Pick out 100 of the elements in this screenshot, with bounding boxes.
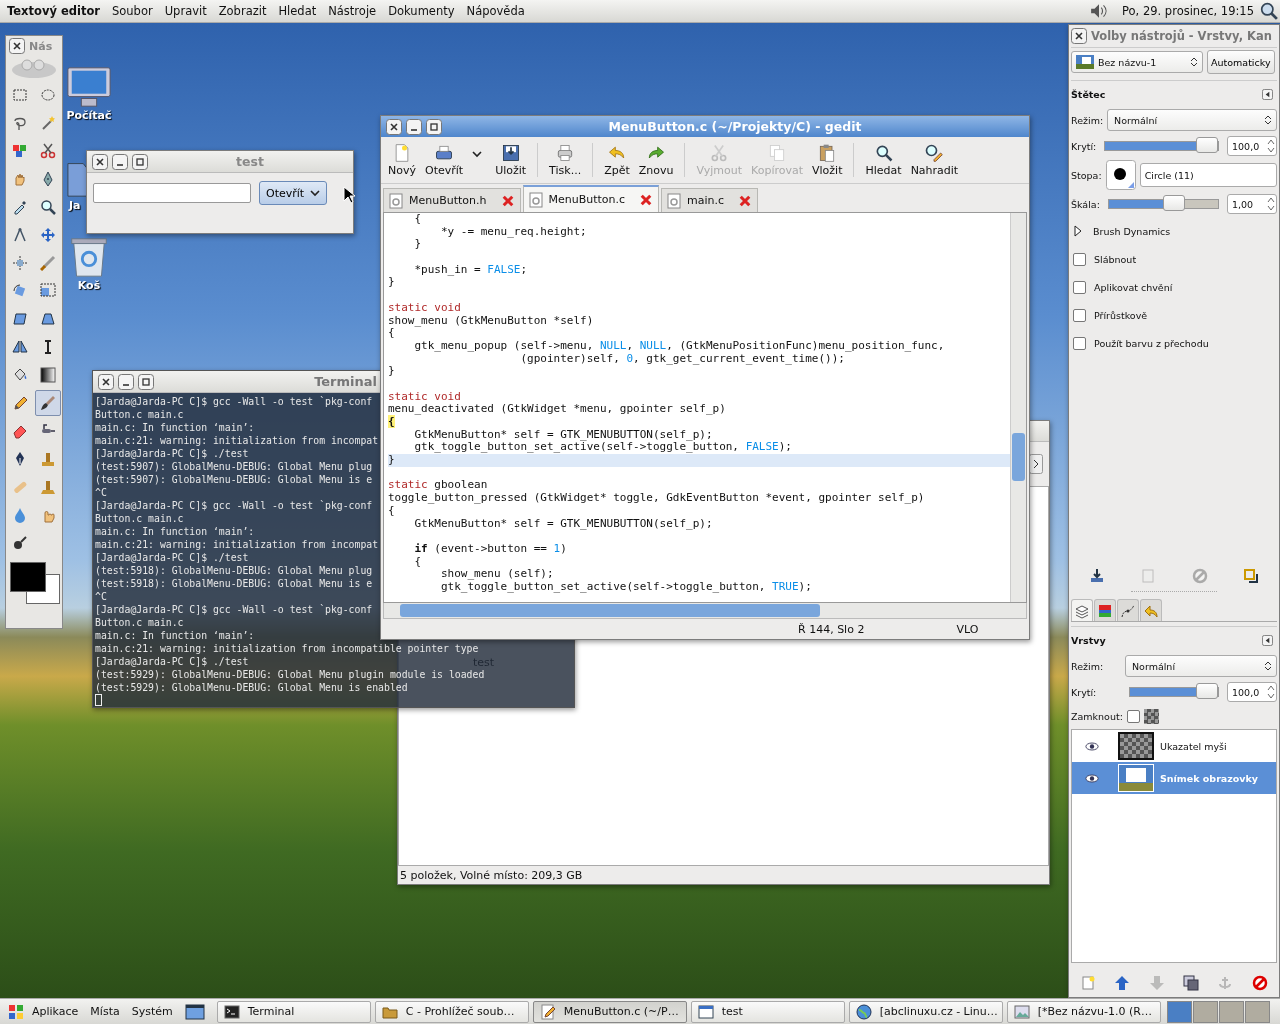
show-desktop-icon[interactable] <box>184 1003 205 1020</box>
mode-dropdown[interactable]: Normální <box>1125 655 1277 677</box>
replace-button[interactable]: Nahradit <box>906 141 963 179</box>
grid-icon[interactable] <box>8 1003 24 1020</box>
desktop-icon-label[interactable]: Počítač <box>66 109 112 122</box>
stamp-icon <box>40 479 56 495</box>
volume-icon[interactable] <box>1090 2 1109 20</box>
code-line: { <box>413 555 423 569</box>
workspace-button[interactable] <box>1192 1000 1218 1023</box>
file-tab[interactable]: MenuButton.c <box>522 185 660 212</box>
code-line: show_menu (self); <box>439 568 555 581</box>
horizontal-scrollbar[interactable] <box>383 603 1027 619</box>
task-button[interactable]: [*Bez názvu-1.0 (R… <box>1006 1000 1161 1023</box>
task-button[interactable]: test <box>690 1000 845 1023</box>
menu-item[interactable]: Upravit <box>164 4 207 18</box>
minimize-icon[interactable] <box>118 373 134 390</box>
menu-item[interactable]: Nápověda <box>466 4 525 18</box>
save-button[interactable]: Uložit <box>491 141 531 179</box>
foreground-color-swatch[interactable] <box>10 562 46 592</box>
open-button[interactable]: Otevřít <box>421 141 468 179</box>
document-icon <box>527 191 544 208</box>
reset-icon[interactable] <box>1243 568 1260 584</box>
minimize-icon[interactable] <box>112 153 128 170</box>
checkbox[interactable] <box>1073 336 1086 350</box>
menu-item[interactable]: Zobrazit <box>218 4 267 18</box>
save-arrow-icon[interactable] <box>1088 568 1105 584</box>
brush-preview-icon[interactable] <box>1105 160 1136 190</box>
close-icon[interactable] <box>98 373 114 390</box>
code-line: GtkMenuButton* self = GTK_MENUBUTTON(self_p); <box>413 428 714 442</box>
computer-icon[interactable] <box>66 65 112 109</box>
checkbox[interactable] <box>1073 280 1086 294</box>
menu-item[interactable]: Místa <box>90 1005 120 1018</box>
vertical-scrollbar[interactable] <box>1010 213 1026 602</box>
paste-button[interactable]: Vložit <box>808 141 847 179</box>
task-button[interactable]: Terminal <box>216 1000 371 1023</box>
input-field[interactable] <box>93 183 251 203</box>
terminal-line: Button.c main.c <box>95 616 184 629</box>
menu-item[interactable]: Aplikace <box>32 1005 79 1018</box>
expander[interactable]: Brush Dynamics <box>1071 217 1277 245</box>
field-label: Krytí: <box>1071 686 1098 698</box>
dock-tab[interactable] <box>1140 599 1162 621</box>
file-tab[interactable]: main.c <box>661 188 759 212</box>
clock[interactable]: Po, 29. prosinec, 19:15 <box>1122 4 1254 18</box>
field-label: Škála: <box>1071 198 1100 210</box>
dock-tab[interactable] <box>1094 599 1116 621</box>
checkbox[interactable] <box>1073 308 1086 322</box>
code-line: { <box>413 213 423 226</box>
tool-button[interactable] <box>35 390 61 416</box>
brush-name-field[interactable]: Circle (11) <box>1139 163 1277 187</box>
new-button[interactable]: Nový <box>384 141 420 179</box>
print-button[interactable]: Tisk... <box>545 141 586 179</box>
workspace-button[interactable] <box>1166 1000 1192 1023</box>
menu-item[interactable]: Systém <box>131 1005 173 1018</box>
up-arrow-icon[interactable] <box>1114 975 1131 991</box>
task-button[interactable]: C - Prohlížeč soub… <box>374 1000 529 1023</box>
menu-item[interactable]: Hledat <box>278 4 317 18</box>
collapse-icon[interactable] <box>1262 88 1273 100</box>
layer-row[interactable]: Ukazatel myši <box>1072 730 1276 762</box>
close-icon[interactable] <box>92 153 108 170</box>
close-icon[interactable] <box>9 38 25 54</box>
desktop-icon-label[interactable]: Ja <box>69 199 81 212</box>
workspace-button[interactable] <box>1244 1000 1270 1023</box>
checkbox[interactable] <box>1126 709 1140 723</box>
no-entry-icon[interactable] <box>1251 975 1268 991</box>
maximize-icon[interactable] <box>132 153 148 170</box>
eye-icon[interactable] <box>1085 741 1099 751</box>
menu-item[interactable]: Dokumenty <box>388 4 455 18</box>
menu-item[interactable]: Nástroje <box>328 4 377 18</box>
spinner-arrows-icon <box>1267 196 1275 212</box>
image-dropdown[interactable]: Bez názvu-1 <box>1071 51 1203 73</box>
task-button[interactable]: MenuButton.c (~/P… <box>532 1000 687 1023</box>
minimize-icon[interactable] <box>406 118 422 135</box>
redo-button[interactable]: Znovu <box>634 141 678 179</box>
scale-field[interactable]: 1,00 <box>1227 194 1277 214</box>
close-icon[interactable] <box>1071 28 1087 44</box>
duplicate-icon[interactable] <box>1183 975 1200 991</box>
checkbox[interactable] <box>1073 252 1086 266</box>
auto-button[interactable]: Automaticky <box>1207 50 1275 74</box>
collapse-icon[interactable] <box>1262 634 1273 646</box>
dock-tab[interactable] <box>1071 599 1093 621</box>
file-tab[interactable]: MenuButton.h <box>383 188 521 212</box>
mode-dropdown[interactable]: Normální <box>1107 109 1277 131</box>
close-icon[interactable] <box>386 118 402 135</box>
window-title: MenuButton.c (~/Projekty/C) - gedit <box>607 119 863 134</box>
opacity-field[interactable]: 100,0 <box>1227 136 1277 156</box>
undo-button[interactable]: Zpět <box>600 141 634 179</box>
maximize-icon[interactable] <box>426 118 442 135</box>
task-button[interactable]: [abclinuxu.cz - Linu… <box>848 1000 1003 1023</box>
maximize-icon[interactable] <box>138 373 154 390</box>
caret-icon[interactable] <box>472 149 483 159</box>
find-button[interactable]: Hledat <box>861 141 906 179</box>
opacity-field[interactable]: 100,0 <box>1227 682 1277 702</box>
dock-tab[interactable] <box>1117 599 1139 621</box>
terminal-line: [Jarda@Jarda-PC C]$ gcc -Wall -o test `pkg-conf <box>95 499 373 512</box>
workspace-button[interactable] <box>1218 1000 1244 1023</box>
desktop-icon-label[interactable]: Koš <box>77 279 101 292</box>
eye-icon[interactable] <box>1085 773 1099 783</box>
open-button[interactable]: Otevřít <box>259 181 328 205</box>
search-icon[interactable] <box>1260 2 1278 20</box>
menu-item[interactable]: Soubor <box>112 4 153 18</box>
